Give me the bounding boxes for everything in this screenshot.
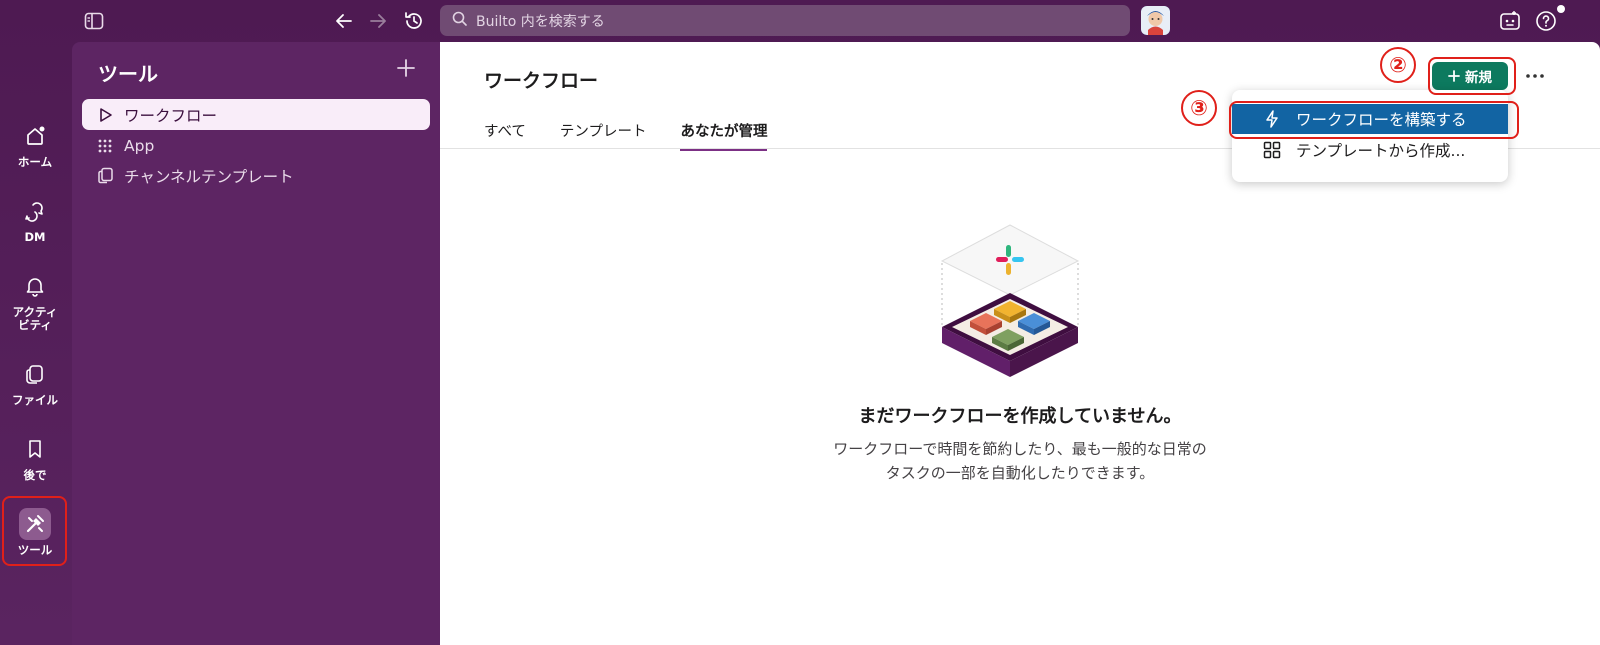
menu-item-from-template[interactable]: テンプレートから作成... (1232, 135, 1508, 165)
bookmark-icon (19, 433, 51, 465)
sidebar-item-label: App (124, 136, 155, 155)
tab-bar: すべて テンプレート あなたが管理 (484, 120, 801, 151)
apps-grid-icon (96, 137, 114, 155)
add-icon[interactable] (396, 58, 416, 82)
annotation-step3: ③ (1181, 90, 1217, 126)
sidebar-toggle-icon[interactable] (82, 9, 106, 33)
template-icon (96, 167, 114, 185)
top-bar: Builto 内を検索する (0, 0, 1600, 42)
back-arrow-icon[interactable] (332, 9, 356, 33)
sidebar-item-label: チャンネルテンプレート (124, 167, 294, 186)
annotation-box-tools (2, 496, 67, 566)
bell-icon (19, 270, 51, 302)
forward-arrow-icon[interactable] (366, 9, 390, 33)
notification-dot (1557, 5, 1565, 13)
rail-item-label: アクティ ビティ (12, 305, 58, 332)
search-input[interactable]: Builto 内を検索する (440, 5, 1130, 36)
sidebar-item-channel-template[interactable]: チャンネルテンプレート (82, 160, 430, 191)
page-title: ワークフロー (484, 70, 599, 92)
ai-assistant-icon[interactable] (1498, 9, 1522, 33)
rail-item-dm[interactable]: DM (4, 195, 66, 244)
search-placeholder: Builto 内を検索する (476, 13, 605, 30)
empty-state-illustration (930, 217, 1090, 387)
annotation-step2: ② (1380, 47, 1416, 83)
sidebar-item-workflow[interactable]: ワークフロー (82, 99, 430, 130)
grid-icon (1262, 140, 1282, 160)
play-icon (96, 106, 114, 124)
workspace-avatar[interactable] (1141, 6, 1170, 35)
annotation-box-build-workflow (1229, 101, 1519, 139)
rail-item-label: ホーム (17, 155, 53, 169)
tools-sidebar: ツール ワークフロー App チャンネルテンプレート (72, 42, 440, 645)
annotation-box-new-button (1428, 57, 1516, 95)
rail-item-label: 後で (23, 468, 47, 482)
rail-item-later[interactable]: 後で (4, 433, 66, 482)
history-icon[interactable] (402, 9, 426, 33)
files-icon (19, 358, 51, 390)
rail-item-label: ファイル (12, 393, 58, 407)
dm-icon (19, 195, 51, 227)
home-icon (19, 120, 51, 152)
more-options-icon[interactable] (1520, 64, 1550, 88)
sidebar-item-app[interactable]: App (82, 130, 430, 161)
tab-all[interactable]: すべて (484, 120, 526, 151)
rail-item-activity[interactable]: アクティ ビティ (4, 270, 66, 332)
rail-item-label: DM (24, 230, 46, 244)
rail-item-home[interactable]: ホーム (4, 120, 66, 169)
tab-managed-by-you[interactable]: あなたが管理 (680, 120, 768, 151)
menu-item-label: テンプレートから作成... (1296, 142, 1466, 160)
rail-item-files[interactable]: ファイル (4, 358, 66, 407)
sidebar-item-label: ワークフロー (124, 106, 218, 125)
help-icon[interactable] (1534, 9, 1558, 33)
sidebar-title: ツール (98, 62, 158, 86)
tab-templates[interactable]: テンプレート (560, 120, 647, 151)
search-icon (452, 11, 467, 30)
